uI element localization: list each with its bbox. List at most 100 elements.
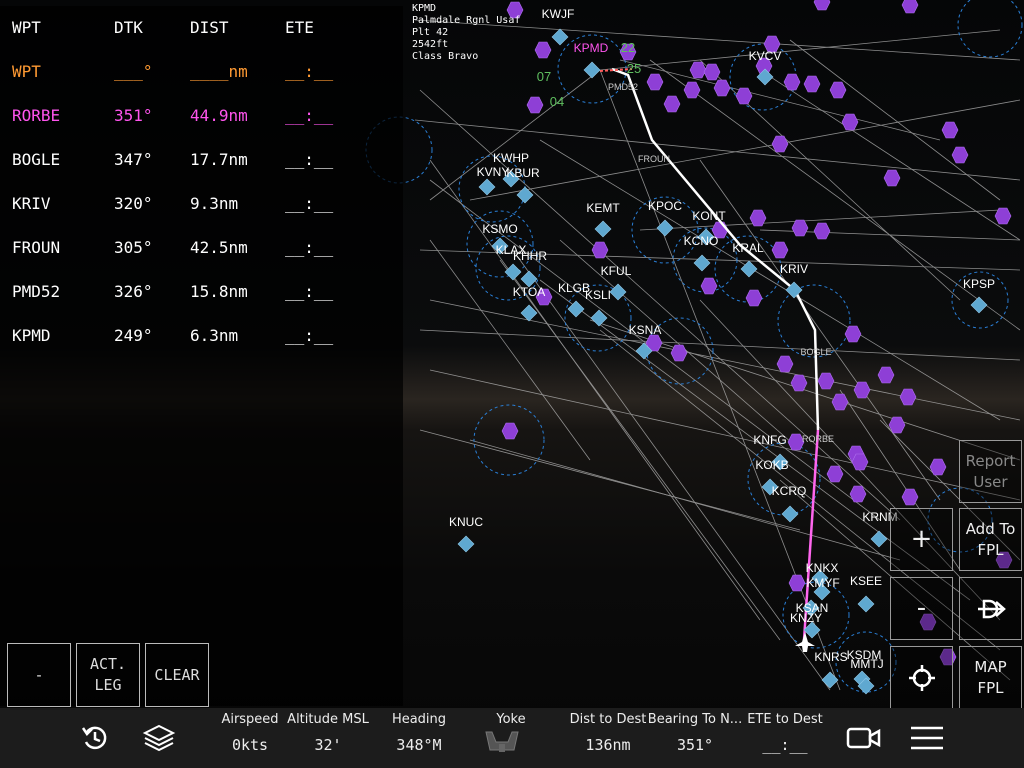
airport-symbol[interactable] <box>857 595 875 613</box>
flight-plan-header: WPT DTK DIST ETE <box>0 18 403 42</box>
map-fpl-button[interactable]: MAP FPL <box>959 646 1022 709</box>
navaid-symbol <box>831 393 849 411</box>
navaid-symbol <box>877 366 895 384</box>
report-user-button[interactable]: Report User <box>959 440 1022 503</box>
restart-button[interactable] <box>80 723 110 757</box>
menu-button[interactable] <box>909 725 945 755</box>
airport-symbol[interactable] <box>457 535 475 553</box>
navaid-symbol <box>883 169 901 187</box>
airport-symbol[interactable] <box>870 530 888 548</box>
navaid-symbol <box>951 146 969 164</box>
airport-label: KNFG <box>753 433 786 447</box>
airport-symbol[interactable] <box>781 505 799 523</box>
waypoint-ident: FROUN <box>12 238 61 257</box>
navaid-symbol <box>813 222 831 240</box>
waypoint-label: BOGLE <box>800 347 831 357</box>
airport-info: KPMD Palmdale Rgnl Usaf Plt 42 2542ft Cl… <box>412 3 520 63</box>
airport-symbol[interactable] <box>504 263 522 281</box>
runway-label: 07 <box>537 69 551 84</box>
airport-label: KHHR <box>513 249 547 263</box>
airport-symbol[interactable] <box>478 178 496 196</box>
navaid-symbol <box>663 95 681 113</box>
runway-label: 25 <box>627 61 641 76</box>
airport-symbol[interactable] <box>551 28 569 46</box>
airport-label: KPMD <box>574 41 609 55</box>
waypoint-ident: WPT <box>12 62 41 81</box>
airport-label: KSEE <box>850 574 882 588</box>
yoke-button[interactable] <box>482 728 522 758</box>
navaid-symbol <box>735 87 753 105</box>
leg-ete: __:__ <box>285 194 334 213</box>
remove-waypoint-button[interactable]: - <box>7 643 71 707</box>
navaid-symbol <box>853 381 871 399</box>
airport-symbol[interactable] <box>609 283 627 301</box>
yoke-icon <box>485 731 519 752</box>
leg-ete: __:__ <box>285 282 334 301</box>
airport-label: KEMT <box>586 201 620 215</box>
navaid-symbol <box>700 277 718 295</box>
desired-track: 326° <box>114 282 153 301</box>
airport-symbol[interactable] <box>567 300 585 318</box>
airport-plant: Plt 42 <box>412 27 449 38</box>
navaid-symbol <box>745 289 763 307</box>
flight-plan-row[interactable]: PMD52 326° 15.8nm __:__ <box>0 282 403 306</box>
bottom-toolbar: Airspeed 0kts Altitude MSL 32' Heading 348°M Y… <box>0 708 1024 768</box>
stat-label: ETE to Dest <box>747 712 823 727</box>
airport-symbol[interactable] <box>970 296 988 314</box>
camera-button[interactable] <box>846 726 882 754</box>
crosshair-icon <box>908 664 935 691</box>
airport-label: KONT <box>692 209 726 223</box>
zoom-in-button[interactable]: + <box>890 508 953 571</box>
header-wpt: WPT <box>12 18 41 37</box>
clear-button[interactable]: CLEAR <box>145 643 209 707</box>
airport-label: KFUL <box>601 264 632 278</box>
runway-label: 22 <box>621 40 635 55</box>
navaid-symbol <box>791 219 809 237</box>
navaid-symbol <box>526 96 544 114</box>
airport-label: KTOA <box>513 285 545 299</box>
desired-track: 351° <box>114 106 153 125</box>
flight-plan-row[interactable]: KPMD 249° 6.3nm __:__ <box>0 326 403 350</box>
direct-to-icon <box>977 599 1006 618</box>
navaid-symbol <box>788 574 806 592</box>
layers-button[interactable] <box>142 723 176 757</box>
airport-symbol[interactable] <box>821 671 839 689</box>
flight-plan-row[interactable]: WPT ___° ____nm __:__ <box>0 62 403 86</box>
leg-distance: 17.7nm <box>190 150 248 169</box>
camera-icon <box>846 727 881 749</box>
leg-distance: 6.3nm <box>190 326 239 345</box>
airport-label: KNUC <box>449 515 483 529</box>
header-dist: DIST <box>190 18 229 37</box>
add-to-fpl-button[interactable]: Add To FPL <box>959 508 1022 571</box>
airport-label: KMYF <box>806 576 839 590</box>
airport-label: KRIV <box>780 262 808 276</box>
flight-plan-row[interactable]: RORBE 351° 44.9nm __:__ <box>0 106 403 130</box>
restart-icon <box>81 726 107 750</box>
waypoint-ident: KRIV <box>12 194 51 213</box>
flight-plan-row[interactable]: FROUN 305° 42.5nm __:__ <box>0 238 403 262</box>
navaid-symbol <box>899 388 917 406</box>
zoom-out-button[interactable]: - <box>890 577 953 640</box>
leg-distance: 44.9nm <box>190 106 248 125</box>
navaid-symbol <box>844 325 862 343</box>
airport-symbol[interactable] <box>693 254 711 272</box>
desired-track: 249° <box>114 326 153 345</box>
airport-label: KWJF <box>542 7 575 21</box>
leg-ete: __:__ <box>285 150 334 169</box>
airport-label: KSNA <box>629 323 662 337</box>
header-ete: ETE <box>285 18 314 37</box>
leg-ete: __:__ <box>285 238 334 257</box>
waypoint-label: FROUN <box>638 154 670 164</box>
layers-icon <box>142 724 176 752</box>
center-map-button[interactable] <box>890 646 953 709</box>
flight-plan-row[interactable]: KRIV 320° 9.3nm __:__ <box>0 194 403 218</box>
desired-track: 320° <box>114 194 153 213</box>
leg-distance: 15.8nm <box>190 282 248 301</box>
airport-symbol[interactable] <box>583 61 601 79</box>
activate-leg-button[interactable]: ACT. LEG <box>76 643 140 707</box>
flight-plan-row[interactable]: BOGLE 347° 17.7nm __:__ <box>0 150 403 174</box>
direct-to-button[interactable] <box>959 577 1022 640</box>
stat-value: 348°M <box>396 736 442 754</box>
airport-label: KCRQ <box>772 484 807 498</box>
airport-symbol[interactable] <box>594 220 612 238</box>
